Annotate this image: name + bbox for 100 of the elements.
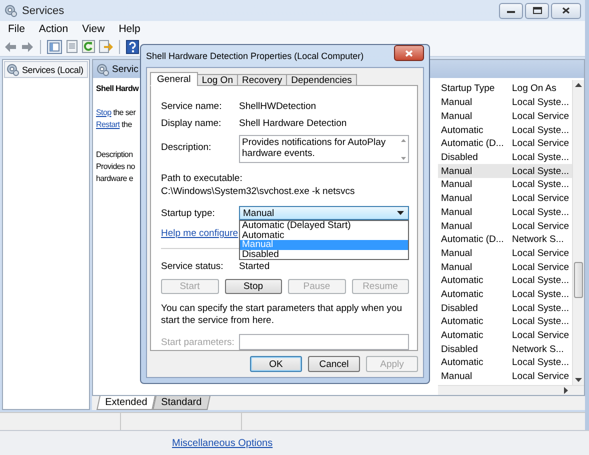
table-cell-text: Local Service xyxy=(511,371,570,382)
table-cell-text: Disabled xyxy=(440,302,479,314)
table-row[interactable]: Disabled Network S... xyxy=(438,342,572,356)
menu-item[interactable]: File xyxy=(8,23,25,35)
help-icon[interactable] xyxy=(126,40,139,54)
description-text: hardware e xyxy=(96,173,134,185)
tab[interactable]: Log On xyxy=(196,74,238,86)
table-cell-text: Network S... xyxy=(511,234,565,246)
minimize-button[interactable] xyxy=(499,2,523,18)
dialog-button[interactable]: OK xyxy=(250,356,302,372)
table-row[interactable]: Manual Local Syste... xyxy=(438,206,572,220)
table-row[interactable]: Disabled Local Syste... xyxy=(438,150,572,164)
maximize-icon xyxy=(532,7,542,14)
table-cell-text: Local Service xyxy=(511,220,570,232)
menu-item[interactable]: Action xyxy=(38,23,68,35)
table-cell-text: Local Syste... xyxy=(511,288,570,300)
document-icon[interactable] xyxy=(66,40,78,53)
help-link[interactable]: Help me configure xyxy=(161,228,238,239)
table-row[interactable]: Automatic Local Syste... xyxy=(438,274,572,288)
table-cell-text: Manual xyxy=(440,166,474,177)
dropdown-option[interactable]: Disabled xyxy=(240,250,408,260)
table-cell-text: Automatic xyxy=(440,124,484,136)
table-row[interactable]: Disabled Local Syste... xyxy=(438,301,572,315)
status-value: Started xyxy=(239,261,270,272)
table-row[interactable]: Automatic Local Service xyxy=(438,328,572,342)
dropdown-option[interactable]: Automatic xyxy=(240,230,408,240)
window-title: Services xyxy=(22,4,64,16)
field-label: Path to executable: xyxy=(161,173,244,184)
up-arrow-icon[interactable] xyxy=(575,83,582,87)
table-cell-text: Manual xyxy=(440,371,474,382)
table-row[interactable]: Manual Local Service xyxy=(438,370,572,384)
start-parameters-field[interactable] xyxy=(239,334,409,350)
table-cell-text: Local Syste... xyxy=(511,97,570,108)
column-header[interactable]: Log On As xyxy=(509,82,575,94)
description-label: Description xyxy=(96,149,134,161)
table-cell-text: Local Syste... xyxy=(511,179,570,190)
vertical-scrollbar[interactable] xyxy=(572,80,584,385)
menu-item[interactable]: Help xyxy=(118,23,140,35)
scroll-thumb[interactable] xyxy=(574,262,583,298)
refresh-icon[interactable] xyxy=(82,40,95,53)
tree-item[interactable]: Services (Local) xyxy=(4,61,88,78)
action-text: the ser xyxy=(113,108,136,117)
selected-row[interactable]: Manual Local Syste... xyxy=(438,164,572,178)
table-row[interactable]: Automatic (D... Local Service xyxy=(438,137,572,151)
tab[interactable]: Dependencies xyxy=(286,74,357,86)
table-row[interactable]: Manual Local Service xyxy=(438,260,572,274)
view-tab[interactable]: Standard xyxy=(152,396,210,410)
field-value: ShellHWDetection xyxy=(239,101,316,112)
table-cell-text: Local Syste... xyxy=(511,357,570,368)
table-cell-text: Automatic xyxy=(440,275,484,286)
table-row[interactable]: Manual Local Service xyxy=(438,110,572,124)
table-row[interactable]: Automatic Local Syste... xyxy=(438,288,572,302)
table-cell-text: Disabled xyxy=(440,344,479,355)
dialog-button[interactable]: Cancel xyxy=(308,356,360,372)
table-cell-text: Manual xyxy=(440,248,474,259)
console-tree-icon[interactable] xyxy=(47,40,62,54)
table-cell-text: Manual xyxy=(440,262,474,273)
dropdown-option[interactable]: Automatic (Delayed Start) xyxy=(240,221,408,231)
column-header[interactable]: Startup Type xyxy=(438,82,509,94)
service-button[interactable]: Stop xyxy=(224,279,282,294)
maximize-button[interactable] xyxy=(525,2,549,18)
back-arrow-icon[interactable] xyxy=(4,40,17,52)
action-link[interactable]: Stop xyxy=(96,108,112,117)
table-row[interactable]: Manual Local Service xyxy=(438,219,572,233)
description-text: Provides notifications for AutoPlay hardware events. xyxy=(242,137,387,161)
close-button[interactable] xyxy=(394,45,424,61)
table-cell-text: Manual xyxy=(440,111,474,122)
table-row[interactable]: Manual Local Service xyxy=(438,246,572,260)
table-row[interactable]: Automatic (D... Network S... xyxy=(438,232,572,247)
action-link[interactable]: Restart xyxy=(96,120,120,129)
dialog-title: Shell Hardware Detection Properties (Local Computer) xyxy=(146,51,364,61)
table-row[interactable]: Manual Local Syste... xyxy=(438,96,572,110)
table-row[interactable]: Automatic Local Syste... xyxy=(438,123,572,138)
service-name: Shell Hardw xyxy=(96,84,140,93)
tree-item-label: Services (Local) xyxy=(22,64,84,74)
down-arrow-icon[interactable] xyxy=(575,378,582,382)
table-cell-text: Local Syste... xyxy=(511,206,570,218)
table-cell-text: Manual xyxy=(440,220,474,232)
table-cell-text: Automatic xyxy=(440,288,484,300)
dropdown-arrow-icon xyxy=(397,211,404,215)
view-tab[interactable]: Extended xyxy=(96,396,156,410)
table-row[interactable]: Automatic Local Syste... xyxy=(438,315,572,329)
table-row[interactable]: Manual Local Service xyxy=(438,192,572,206)
menu-item[interactable]: View xyxy=(82,23,105,35)
table-cell-text: Local Service xyxy=(511,138,570,150)
close-button[interactable] xyxy=(551,2,581,18)
table-row[interactable]: Automatic Local Syste... xyxy=(438,356,572,370)
options-link[interactable]: Miscellaneous Options xyxy=(172,438,273,449)
close-icon xyxy=(405,50,413,56)
horizontal-scrollbar[interactable] xyxy=(438,385,584,395)
tab[interactable]: General xyxy=(150,72,198,86)
forward-arrow-icon[interactable] xyxy=(21,40,34,52)
tab[interactable]: Recovery xyxy=(236,74,288,86)
export-icon[interactable] xyxy=(99,40,113,53)
description-text: Provides no xyxy=(96,161,136,173)
right-arrow-icon[interactable] xyxy=(564,387,568,394)
table-cell-text: Local Syste... xyxy=(511,316,570,328)
table-cell-text: Local Service xyxy=(511,193,570,204)
table-row[interactable]: Manual Local Syste... xyxy=(438,178,572,192)
field-value: Shell Hardware Detection xyxy=(239,118,347,129)
